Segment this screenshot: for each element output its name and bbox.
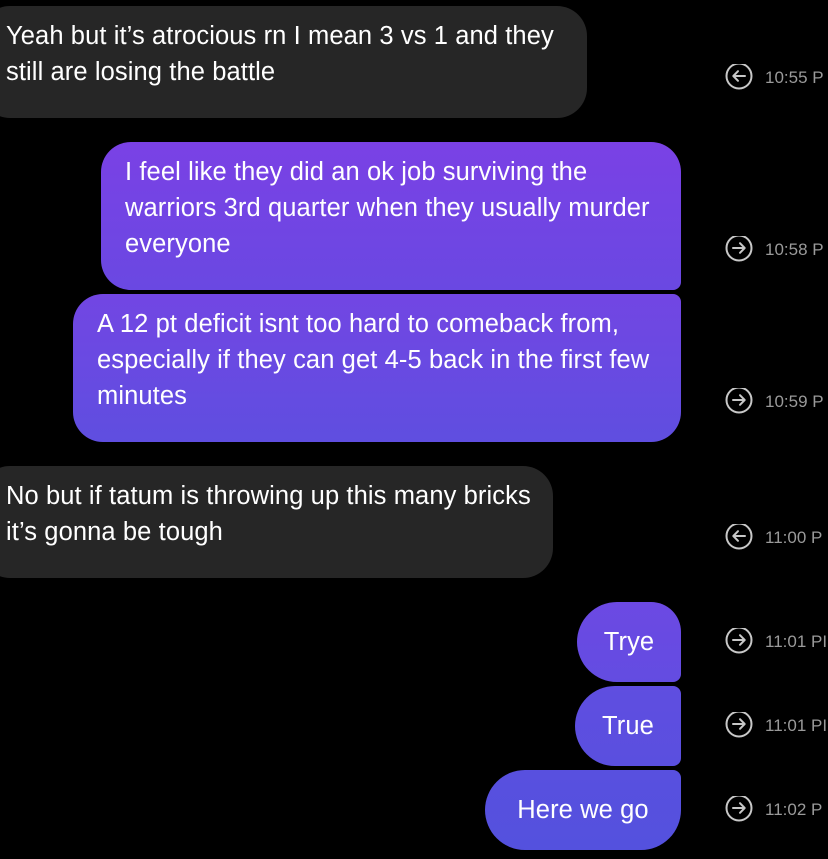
arrow-left-circle-icon bbox=[725, 64, 765, 92]
message-timestamp: 11:01 PI bbox=[725, 712, 828, 740]
message-text: A 12 pt deficit isnt too hard to comebac… bbox=[97, 310, 650, 410]
arrow-right-circle-icon bbox=[725, 712, 765, 740]
message-text: No but if tatum is throwing up this many… bbox=[6, 482, 531, 546]
arrow-right-circle-icon bbox=[725, 796, 765, 824]
sent-message-bubble[interactable]: A 12 pt deficit isnt too hard to comebac… bbox=[73, 294, 681, 442]
message-timestamp: 10:59 P bbox=[725, 388, 828, 416]
message-text: Trye bbox=[603, 628, 655, 656]
arrow-right-circle-icon bbox=[725, 236, 765, 264]
arrow-right-circle-icon bbox=[725, 628, 765, 656]
received-message-bubble[interactable]: No but if tatum is throwing up this many… bbox=[0, 466, 553, 578]
received-message-bubble[interactable]: Yeah but it’s atrocious rn I mean 3 vs 1… bbox=[0, 6, 587, 118]
message-timestamp: 11:01 PI bbox=[725, 628, 828, 656]
message-timestamp: 10:55 P bbox=[725, 64, 828, 92]
message-text: Here we go bbox=[517, 796, 649, 824]
arrow-right-circle-icon bbox=[725, 388, 765, 416]
sent-message-bubble[interactable]: True bbox=[575, 686, 681, 766]
message-timestamp: 10:58 P bbox=[725, 236, 828, 264]
sent-message-bubble[interactable]: Trye bbox=[577, 602, 681, 682]
message-timestamp: 11:00 P bbox=[725, 524, 828, 552]
message-text: I feel like they did an ok job surviving… bbox=[125, 158, 650, 258]
sent-message-bubble[interactable]: I feel like they did an ok job surviving… bbox=[101, 142, 681, 290]
message-thread: Yeah but it’s atrocious rn I mean 3 vs 1… bbox=[0, 0, 828, 859]
sent-message-bubble[interactable]: Here we go bbox=[485, 770, 681, 850]
arrow-left-circle-icon bbox=[725, 524, 765, 552]
message-text: Yeah but it’s atrocious rn I mean 3 vs 1… bbox=[6, 22, 554, 86]
message-text: True bbox=[602, 712, 654, 740]
message-timestamp: 11:02 P bbox=[725, 796, 828, 824]
